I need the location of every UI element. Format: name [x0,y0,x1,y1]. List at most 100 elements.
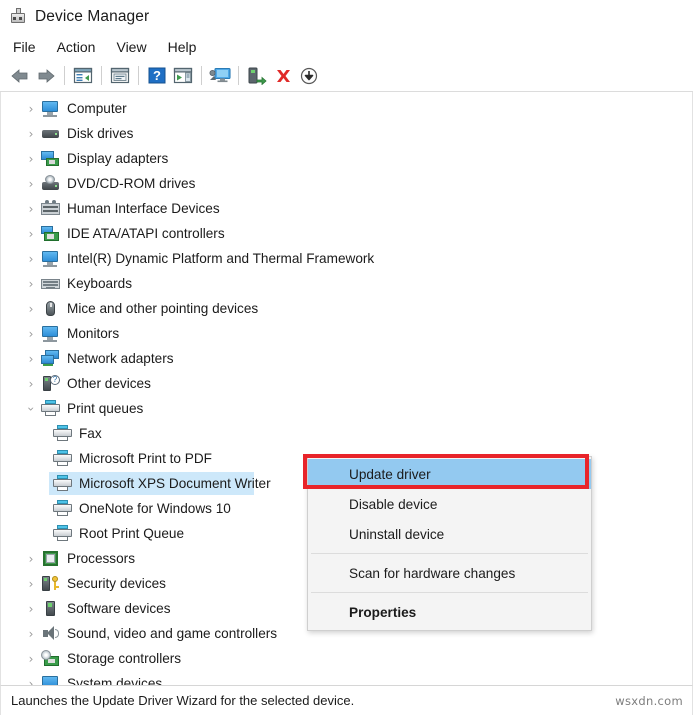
chevron-right-icon[interactable]: › [21,278,41,290]
tree-item-label: Sound, video and game controllers [67,625,278,641]
chevron-right-icon[interactable]: › [21,128,41,140]
tree-item[interactable]: ›? Other devices [1,371,692,396]
tree-item[interactable]: Fax [1,421,692,446]
properties-button[interactable] [107,64,133,88]
context-menu-item[interactable]: Properties [308,597,591,627]
chevron-right-icon[interactable]: › [21,578,41,590]
tree-item[interactable]: › Monitors [1,321,692,346]
context-menu-item-label: Uninstall device [349,526,445,542]
tree-item-label: Storage controllers [67,650,182,666]
chevron-right-icon[interactable]: › [21,328,41,340]
tree-item[interactable]: › DVD/CD-ROM drives [1,171,692,196]
chevron-right-icon[interactable]: › [21,228,41,240]
tree-item-label: Computer [67,100,127,116]
properties-icon [110,67,130,84]
help-icon: ? [148,67,166,84]
sound-controller-icon [41,625,60,642]
show-hide-action-pane-icon [173,67,193,84]
update-driver-button[interactable] [296,64,322,88]
printer-icon [53,425,72,442]
tree-item-label: Microsoft Print to PDF [79,450,212,466]
display-adapter-icon [41,150,60,167]
other-device-icon: ? [41,375,60,392]
tree-item-label: Root Print Queue [79,525,185,541]
context-menu-item-label: Properties [349,604,417,620]
tree-item-label: System devices [67,675,163,685]
toolbar-separator [64,66,65,85]
tree-item-label: Intel(R) Dynamic Platform and Thermal Fr… [67,250,375,266]
tree-item[interactable]: › Human Interface Devices [1,196,692,221]
show-hide-action-pane-button[interactable] [170,64,196,88]
context-menu-separator [311,553,588,554]
forward-button[interactable] [33,64,59,88]
tree-item[interactable]: › System devices [1,671,692,685]
printer-icon [53,525,72,542]
tree-item[interactable]: › IDE ATA/ATAPI controllers [1,221,692,246]
processor-icon [41,550,60,567]
chevron-right-icon[interactable]: › [21,553,41,565]
menu-view[interactable]: View [116,37,157,57]
chevron-right-icon[interactable]: › [21,103,41,115]
tree-item-label: Monitors [67,325,120,341]
back-arrow-icon [11,68,28,83]
scan-hardware-button[interactable] [244,64,270,88]
chevron-right-icon[interactable]: › [21,303,41,315]
tree-item[interactable]: › Storage controllers [1,646,692,671]
context-menu-item-label: Update driver [349,466,431,482]
display-properties-button[interactable] [207,64,233,88]
watermark: wsxdn.com [615,693,683,708]
context-menu-item[interactable]: Uninstall device [308,519,591,549]
chevron-right-icon[interactable]: › [21,678,41,686]
dvd-drive-icon [41,175,60,192]
chevron-right-icon[interactable]: › [21,603,41,615]
help-button[interactable]: ? [144,64,170,88]
menu-help[interactable]: Help [168,37,208,57]
chevron-right-icon[interactable]: › [21,253,41,265]
chevron-right-icon[interactable]: › [21,353,41,365]
printer-icon [53,475,72,492]
tree-item-label: OneNote for Windows 10 [79,500,231,516]
chevron-right-icon[interactable]: › [21,628,41,640]
tree-item[interactable]: › Disk drives [1,121,692,146]
tree-item[interactable]: › Intel(R) Dynamic Platform and Thermal F… [1,246,692,271]
tree-item-label: IDE ATA/ATAPI controllers [67,225,225,241]
mouse-icon [41,300,60,317]
chevron-right-icon[interactable]: › [21,178,41,190]
toolbar-separator [138,66,139,85]
tree-item[interactable]: › Network adapters [1,346,692,371]
context-menu-separator [311,592,588,593]
tree-item[interactable]: › Keyboards [1,271,692,296]
context-menu[interactable]: Update driver Disable device Uninstall dev… [303,454,592,631]
context-menu-item-label: Scan for hardware changes [349,565,516,581]
tree-item[interactable]: › Display adapters [1,146,692,171]
chevron-right-icon[interactable]: › [21,153,41,165]
tree-item-label: Security devices [67,575,166,591]
chevron-right-icon[interactable]: › [21,653,41,665]
disk-drive-icon [41,125,60,142]
tree-item-label: Microsoft XPS Document Writer [79,475,271,491]
annotation-highlight-box [303,454,589,489]
context-menu-item-label: Disable device [349,496,438,512]
monitor-icon [41,250,60,267]
tree-item-label: Processors [67,550,135,566]
back-button[interactable] [7,64,33,88]
tree-item[interactable]: › Mice and other pointing devices [1,296,692,321]
storage-controller-icon [41,650,60,667]
status-text: Launches the Update Driver Wizard for th… [11,693,355,708]
tree-item[interactable]: › Print queues [1,396,692,421]
software-device-icon [41,600,60,617]
context-menu-item[interactable]: Scan for hardware changes [308,558,591,588]
chevron-right-icon[interactable]: › [21,203,41,215]
tree-item-label: Fax [79,425,102,441]
network-adapter-icon [41,350,60,367]
uninstall-device-button[interactable] [270,64,296,88]
tree-item-label: Software devices [67,600,171,616]
context-menu-item[interactable]: Update driver [303,454,591,489]
menu-file[interactable]: File [13,37,47,57]
tree-item[interactable]: › Computer [1,96,692,121]
chevron-down-icon[interactable]: › [24,399,38,419]
context-menu-item[interactable]: Disable device [308,489,591,519]
show-hide-console-tree-button[interactable] [70,64,96,88]
chevron-right-icon[interactable]: › [21,378,41,390]
menu-action[interactable]: Action [57,37,107,57]
